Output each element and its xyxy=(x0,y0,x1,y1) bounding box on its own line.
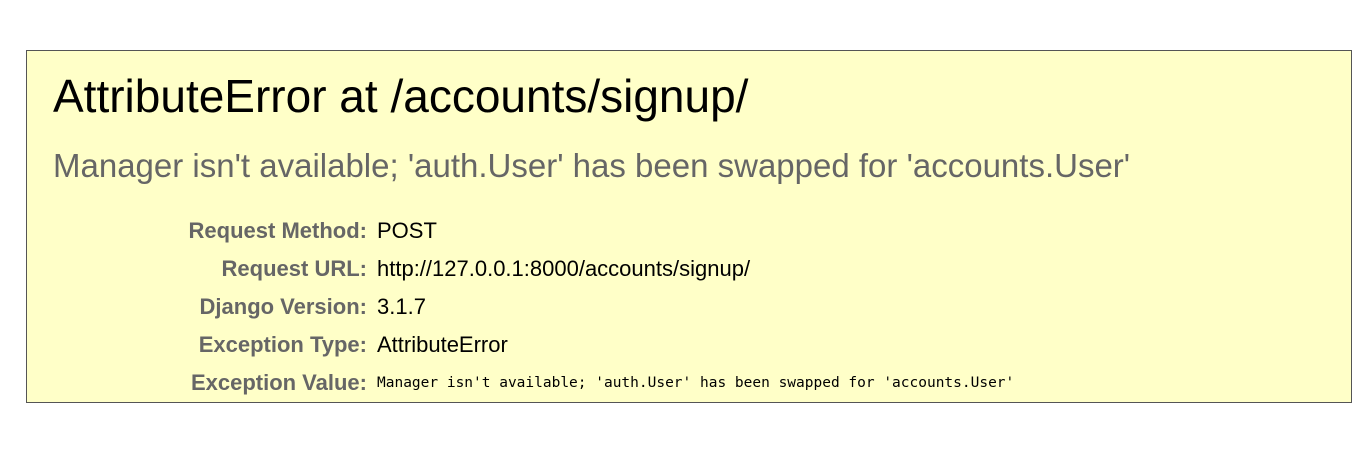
meta-value: POST xyxy=(377,218,437,243)
meta-label: Django Version: xyxy=(199,294,367,319)
error-title: AttributeError at /accounts/signup/ xyxy=(53,70,749,122)
meta-value: http://127.0.0.1:8000/accounts/signup/ xyxy=(377,256,751,281)
meta-row-request-url: Request URL: http://127.0.0.1:8000/accou… xyxy=(27,250,1014,288)
meta-row-django-version: Django Version: 3.1.7 xyxy=(27,288,1014,326)
meta-label: Exception Type: xyxy=(198,332,367,357)
exception-message: Manager isn't available; 'auth.User' has… xyxy=(53,147,1131,184)
meta-value: 3.1.7 xyxy=(377,294,426,319)
meta-label: Request URL: xyxy=(221,256,367,281)
meta-row-exception-value: Exception Value: Manager isn't available… xyxy=(27,364,1014,402)
error-summary-panel: AttributeError at /accounts/signup/ Mana… xyxy=(26,50,1352,403)
meta-row-exception-type: Exception Type: AttributeError xyxy=(27,326,1014,364)
meta-value-code: Manager isn't available; 'auth.User' has… xyxy=(377,375,1015,391)
meta-row-request-method: Request Method: POST xyxy=(27,212,1014,250)
meta-value: AttributeError xyxy=(377,332,508,357)
meta-label: Request Method: xyxy=(188,218,367,243)
request-meta-table: Request Method: POST Request URL: http:/… xyxy=(27,212,1015,402)
meta-label: Exception Value: xyxy=(190,370,367,395)
